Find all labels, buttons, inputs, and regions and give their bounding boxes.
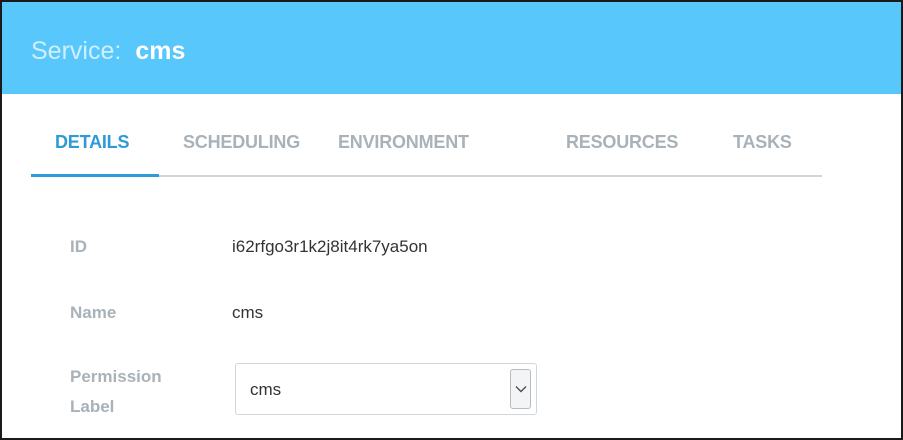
select-toggle[interactable]: [510, 369, 531, 409]
permission-label-line1: Permission: [70, 367, 162, 386]
active-tab-indicator: [31, 174, 159, 177]
tab-scheduling[interactable]: SCHEDULING: [183, 132, 300, 153]
chevron-down-icon: [515, 386, 527, 393]
service-name: cms: [135, 37, 186, 65]
tab-resources[interactable]: RESOURCES: [566, 132, 678, 153]
tab-bar: DETAILS SCHEDULING ENVIRONMENT RESOURCES…: [31, 120, 822, 177]
page-title: Service: cms: [31, 35, 185, 67]
tab-tasks[interactable]: TASKS: [733, 132, 792, 153]
id-label: ID: [70, 237, 87, 256]
service-label: Service:: [31, 37, 122, 65]
tab-details[interactable]: DETAILS: [55, 132, 129, 153]
permission-select-value: cms: [250, 380, 282, 399]
name-label: Name: [70, 303, 117, 322]
id-value: i62rfgo3r1k2j8it4rk7ya5on: [232, 237, 428, 256]
tab-environment[interactable]: ENVIRONMENT: [338, 132, 469, 153]
permission-label-line2: Label: [70, 397, 115, 416]
service-header: Service: cms: [2, 2, 901, 94]
name-value: cms: [232, 303, 264, 322]
service-detail-panel: Service: cms DETAILS SCHEDULING ENVIRONME…: [0, 0, 903, 440]
permission-label-select[interactable]: cms: [235, 363, 537, 415]
